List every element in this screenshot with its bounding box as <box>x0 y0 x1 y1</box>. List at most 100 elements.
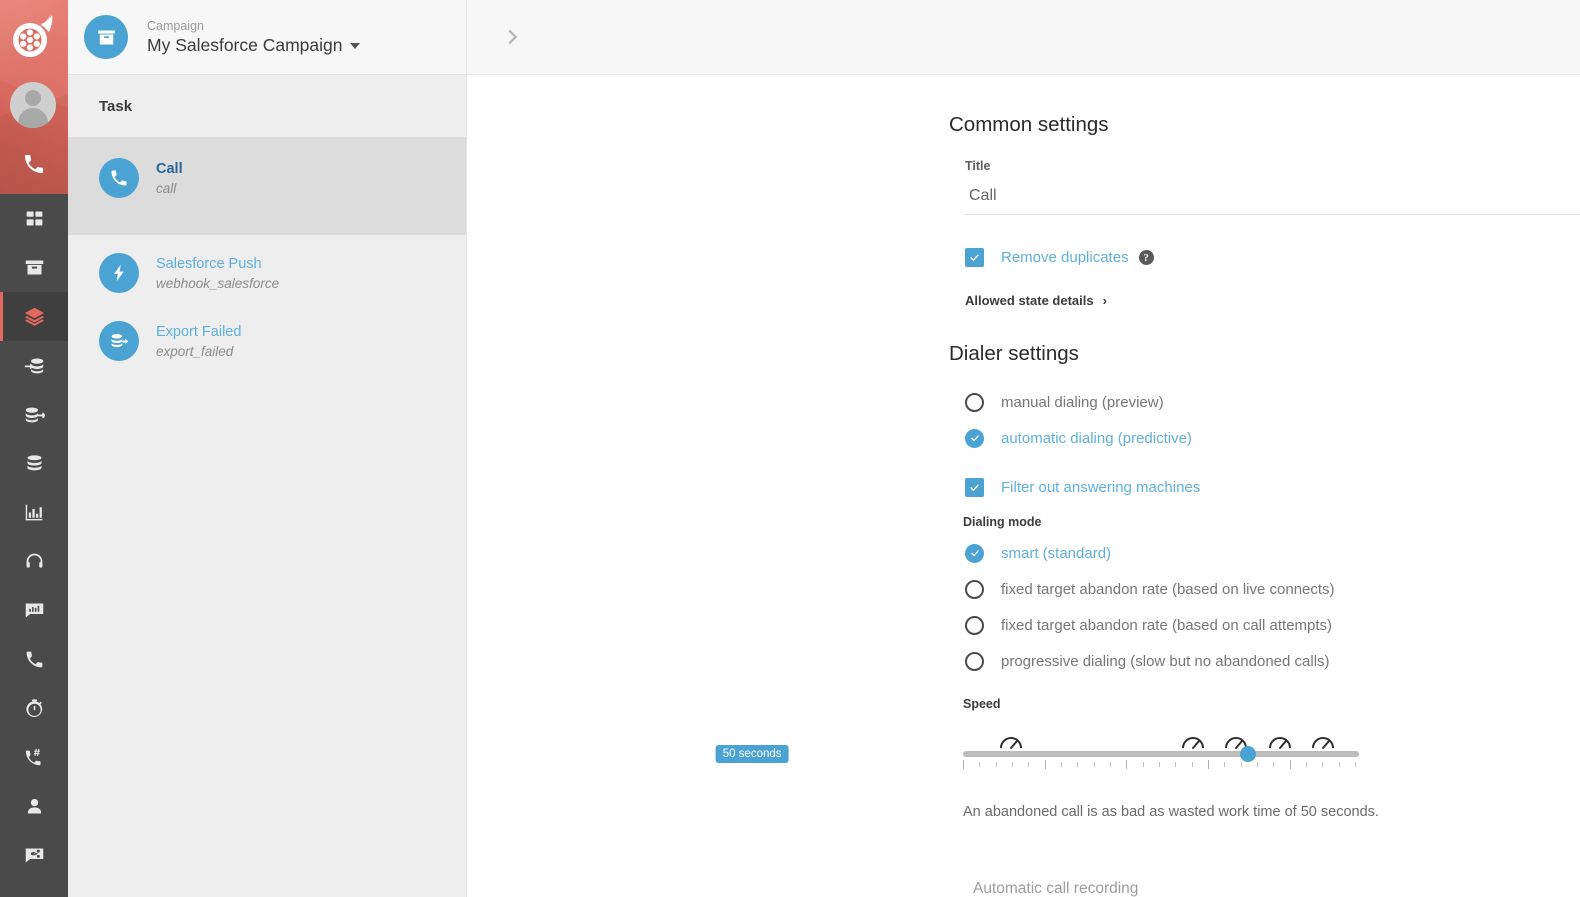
list-item[interactable]: Salesforce Push webhook_salesforce <box>68 235 466 303</box>
dialing-mode-fixed-call-attempts[interactable]: fixed target abandon rate (based on call… <box>467 607 1580 643</box>
campaign-avatar <box>84 15 128 59</box>
phone-icon[interactable] <box>22 152 46 176</box>
ruler-tick <box>1355 762 1356 767</box>
ruler-tick <box>1044 760 1046 769</box>
sidebar-item-calls[interactable] <box>0 635 68 684</box>
chat-share-icon <box>25 848 43 863</box>
check-icon <box>970 484 979 492</box>
task-icon <box>99 321 139 361</box>
common-fields: Title Internal name <box>467 159 1580 215</box>
task-icon <box>99 253 139 293</box>
sidebar-item-tasks[interactable] <box>0 292 68 341</box>
bar-chart-icon <box>25 504 42 521</box>
dialing-mode-smart-label: smart (standard) <box>1001 544 1112 562</box>
ruler-tick <box>1126 760 1128 769</box>
automatic-call-recording-select[interactable]: Automatic call recording <box>965 880 1580 897</box>
dialing-mode-fixed-live-connects-label: fixed target abandon rate (based on live… <box>1001 580 1335 598</box>
check-icon <box>970 550 979 557</box>
main-header <box>467 0 1580 75</box>
dialer-mode-manual[interactable]: manual dialing (preview) <box>467 384 1580 420</box>
dialing-mode-progressive-label: progressive dialing (slow but no abandon… <box>1001 652 1330 670</box>
sidebar-item-statistics[interactable] <box>0 488 68 537</box>
expand-panel-button[interactable] <box>495 20 529 54</box>
speed-description: An abandoned call is as bad as wasted wo… <box>963 804 1379 820</box>
speed-slider-ruler <box>963 759 1359 773</box>
rail-items <box>0 194 68 880</box>
database-export-icon <box>25 407 45 423</box>
lightning-bolt-icon <box>114 264 124 282</box>
sidebar-item-messages[interactable] <box>0 831 68 880</box>
task-internal-name: webhook_salesforce <box>156 276 280 291</box>
filter-answering-machines-checkbox[interactable] <box>965 478 984 497</box>
dialing-mode-fixed-call-attempts-label: fixed target abandon rate (based on call… <box>1001 616 1333 634</box>
dialing-mode-fixed-live-connects[interactable]: fixed target abandon rate (based on live… <box>467 571 1580 607</box>
sidebar-item-dashboard[interactable] <box>0 194 68 243</box>
chevron-right-icon <box>508 29 518 45</box>
task-name: Export Failed <box>156 324 242 340</box>
help-circle-icon[interactable]: ? <box>1138 250 1154 265</box>
remove-duplicates-label: Remove duplicates <box>1001 249 1129 266</box>
filter-answering-machines-label: Filter out answering machines <box>1001 479 1201 496</box>
dialer-mode-automatic[interactable]: automatic dialing (predictive) <box>467 420 1580 456</box>
speed-slider-track[interactable] <box>963 746 1359 762</box>
phone-hash-icon <box>25 748 41 766</box>
dialer-mode-automatic-label: automatic dialing (predictive) <box>1001 429 1192 447</box>
headset-icon <box>26 553 42 568</box>
ruler-tick <box>1110 762 1111 767</box>
ruler-tick <box>1159 762 1160 767</box>
dialing-mode-label: Dialing mode <box>963 515 1042 529</box>
ruler-tick <box>1240 762 1242 767</box>
archive-box-icon <box>97 30 115 44</box>
campaign-label: Campaign <box>147 18 204 33</box>
stopwatch-icon <box>25 699 42 718</box>
ruler-tick <box>1191 762 1193 767</box>
dialing-mode-progressive[interactable]: progressive dialing (slow but no abandon… <box>467 643 1580 679</box>
list-item[interactable]: Export Failed export_failed <box>68 303 466 371</box>
icon-rail <box>0 0 68 897</box>
avatar[interactable] <box>10 82 56 128</box>
sidebar-item-agents[interactable] <box>0 537 68 586</box>
ruler-tick <box>995 762 997 767</box>
sidebar-item-timers[interactable] <box>0 684 68 733</box>
speedometer-icon <box>1312 737 1335 749</box>
dialing-mode-smart[interactable]: smart (standard) <box>467 535 1580 571</box>
title-input[interactable] <box>965 187 1580 215</box>
remove-duplicates-row[interactable]: Remove duplicates ? <box>467 248 1580 267</box>
phone-icon <box>26 651 42 668</box>
ruler-tick <box>1142 762 1144 767</box>
sidebar-item-numbers[interactable] <box>0 733 68 782</box>
task-list-heading: Task <box>68 75 466 137</box>
campaign-selector[interactable]: My Salesforce Campaign <box>147 34 360 57</box>
list-item[interactable]: Call call <box>68 137 466 235</box>
dialer-mode-manual-label: manual dialing (preview) <box>1001 393 1164 411</box>
sidebar-item-data[interactable] <box>0 439 68 488</box>
automatic-call-recording-placeholder: Automatic call recording <box>973 880 1139 897</box>
filter-answering-machines-row[interactable]: Filter out answering machines <box>467 478 1580 497</box>
speed-label: Speed <box>963 697 1001 711</box>
sidebar-item-monitoring[interactable] <box>0 586 68 635</box>
ruler-tick <box>1273 762 1275 767</box>
speedometer-icon <box>1267 729 1293 751</box>
automatic-call-recording-wrapper: Automatic call recording <box>965 880 1580 897</box>
radio-unchecked-icon <box>965 651 984 671</box>
ruler-tick <box>1012 762 1013 767</box>
ruler-tick <box>1224 762 1226 767</box>
radio-unchecked-icon <box>965 392 984 412</box>
chat-stats-icon <box>25 603 43 618</box>
sidebar-item-campaigns[interactable] <box>0 243 68 292</box>
ruler-tick <box>1175 762 1177 767</box>
main-panel: Common settings Title Internal name Remo… <box>466 0 1580 897</box>
remove-duplicates-checkbox[interactable] <box>965 248 984 267</box>
ruler-tick <box>1061 762 1062 767</box>
radio-unchecked-icon <box>965 615 984 635</box>
sidebar-item-export[interactable] <box>0 390 68 439</box>
allowed-state-details-link[interactable]: Allowed state details › <box>467 293 1580 308</box>
allowed-state-details-label: Allowed state details <box>965 293 1094 308</box>
sidebar-item-users[interactable] <box>0 782 68 831</box>
speedometer-icon <box>999 737 1022 749</box>
avatar-body <box>18 108 48 128</box>
flame-reel-logo <box>13 14 53 57</box>
sidebar-item-import[interactable] <box>0 341 68 390</box>
check-icon <box>970 254 979 262</box>
caret-down-icon <box>349 43 360 49</box>
